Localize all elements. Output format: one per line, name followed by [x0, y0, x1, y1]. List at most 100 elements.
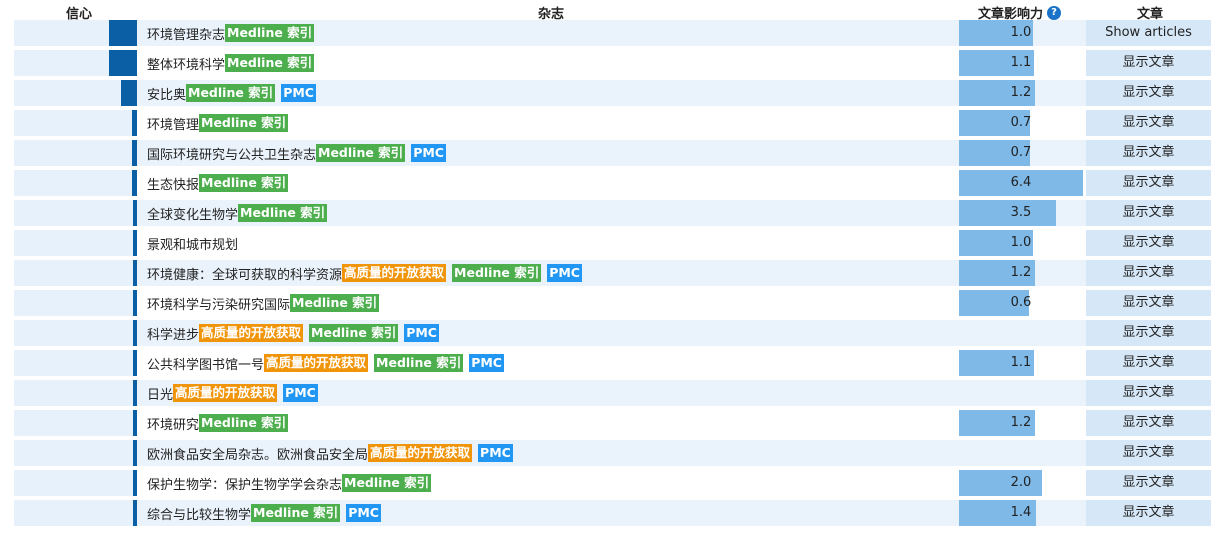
- medline-badge: Medline 索引: [199, 114, 289, 132]
- medline-badge: Medline 索引: [199, 414, 289, 432]
- table-row: 环境管理 Medline 索引 0.7 显示文章: [0, 108, 1219, 138]
- impact-value: 1.1: [1010, 55, 1032, 70]
- medline-badge: Medline 索引: [309, 324, 399, 342]
- journal-name[interactable]: 整体环境科学: [147, 54, 225, 73]
- show-articles-button[interactable]: 显示文章: [1086, 170, 1211, 196]
- show-articles-button[interactable]: 显示文章: [1086, 350, 1211, 376]
- journal-cell: 全球变化生物学 Medline 索引: [147, 200, 333, 226]
- journal-cell: 科学进步 高质量的开放获取 Medline 索引 PMC: [147, 320, 445, 346]
- confidence-cell: [14, 380, 137, 406]
- journal-name[interactable]: 环境管理: [147, 114, 199, 133]
- journal-name[interactable]: 全球变化生物学: [147, 204, 238, 223]
- confidence-cell: [14, 170, 137, 196]
- show-articles-button[interactable]: 显示文章: [1086, 230, 1211, 256]
- confidence-bar: [109, 20, 137, 46]
- confidence-cell: [14, 80, 137, 106]
- table-row: 保护生物学：保护生物学学会杂志 Medline 索引 2.0 显示文章: [0, 468, 1219, 498]
- impact-cell: 1.4: [959, 500, 1083, 526]
- pmc-badge: PMC: [478, 444, 513, 462]
- impact-value: 1.4: [1010, 505, 1032, 520]
- journal-name[interactable]: 环境研究: [147, 414, 199, 433]
- show-articles-button[interactable]: 显示文章: [1086, 200, 1211, 226]
- impact-cell: 1.0: [959, 230, 1083, 256]
- confidence-cell: [14, 410, 137, 436]
- pmc-badge: PMC: [283, 384, 318, 402]
- journal-cell: 公共科学图书馆一号 高质量的开放获取 Medline 索引 PMC: [147, 350, 510, 376]
- show-articles-button[interactable]: 显示文章: [1086, 110, 1211, 136]
- journal-cell: 环境科学与污染研究国际 Medline 索引: [147, 290, 385, 316]
- confidence-bar: [133, 230, 137, 256]
- impact-value: 1.1: [1010, 355, 1032, 370]
- confidence-bar: [133, 200, 137, 226]
- table-row: 国际环境研究与公共卫生杂志 Medline 索引 PMC 0.7 显示文章: [0, 138, 1219, 168]
- journal-name[interactable]: 公共科学图书馆一号: [147, 354, 264, 373]
- medline-badge: Medline 索引: [251, 504, 341, 522]
- pmc-badge: PMC: [346, 504, 381, 522]
- impact-cell: 2.0: [959, 470, 1083, 496]
- show-articles-button[interactable]: 显示文章: [1086, 440, 1211, 466]
- impact-value: 0.7: [1010, 115, 1032, 130]
- journal-name[interactable]: 日光: [147, 384, 173, 403]
- confidence-cell: [14, 200, 137, 226]
- confidence-cell: [14, 350, 137, 376]
- table-row: 安比奥 Medline 索引 PMC 1.2 显示文章: [0, 78, 1219, 108]
- confidence-bar: [132, 110, 137, 136]
- journal-cell: 景观和城市规划: [147, 230, 238, 256]
- impact-value: 1.2: [1010, 415, 1032, 430]
- impact-cell: 1.1: [959, 350, 1083, 376]
- journal-name[interactable]: 安比奥: [147, 84, 186, 103]
- show-articles-button[interactable]: 显示文章: [1086, 80, 1211, 106]
- show-articles-button[interactable]: Show articles: [1086, 20, 1211, 46]
- journal-name[interactable]: 景观和城市规划: [147, 234, 238, 253]
- oa-badge: 高质量的开放获取: [199, 324, 304, 342]
- pmc-badge: PMC: [404, 324, 439, 342]
- confidence-cell: [14, 110, 137, 136]
- journal-name[interactable]: 环境科学与污染研究国际: [147, 294, 290, 313]
- show-articles-button[interactable]: 显示文章: [1086, 50, 1211, 76]
- medline-badge: Medline 索引: [186, 84, 276, 102]
- confidence-bar: [133, 440, 137, 466]
- table-row: 环境管理杂志 Medline 索引 1.0 Show articles: [0, 18, 1219, 48]
- medline-badge: Medline 索引: [290, 294, 380, 312]
- impact-value: 2.0: [1010, 475, 1032, 490]
- show-articles-button[interactable]: 显示文章: [1086, 500, 1211, 526]
- show-articles-button[interactable]: 显示文章: [1086, 470, 1211, 496]
- impact-cell: 6.4: [959, 170, 1083, 196]
- table-row: 全球变化生物学 Medline 索引 3.5 显示文章: [0, 198, 1219, 228]
- medline-badge: Medline 索引: [199, 174, 289, 192]
- journal-name[interactable]: 生态快报: [147, 174, 199, 193]
- journal-name[interactable]: 环境健康：全球可获取的科学资源: [147, 264, 342, 283]
- medline-badge: Medline 索引: [342, 474, 432, 492]
- impact-cell: 1.0: [959, 20, 1083, 46]
- show-articles-button[interactable]: 显示文章: [1086, 260, 1211, 286]
- impact-cell: 0.7: [959, 110, 1083, 136]
- journal-name[interactable]: 保护生物学：保护生物学学会杂志: [147, 474, 342, 493]
- journal-name[interactable]: 国际环境研究与公共卫生杂志: [147, 144, 316, 163]
- confidence-cell: [14, 470, 137, 496]
- confidence-bar: [133, 470, 137, 496]
- impact-cell: 1.2: [959, 410, 1083, 436]
- confidence-bar: [133, 500, 137, 526]
- impact-cell: 1.2: [959, 260, 1083, 286]
- impact-cell: 3.5: [959, 200, 1083, 226]
- journal-name[interactable]: 科学进步: [147, 324, 199, 343]
- show-articles-button[interactable]: 显示文章: [1086, 140, 1211, 166]
- show-articles-button[interactable]: 显示文章: [1086, 290, 1211, 316]
- show-articles-button[interactable]: 显示文章: [1086, 320, 1211, 346]
- journal-name[interactable]: 欧洲食品安全局杂志。欧洲食品安全局: [147, 444, 368, 463]
- table-row: 环境健康：全球可获取的科学资源 高质量的开放获取 Medline 索引 PMC 1.2 显…: [0, 258, 1219, 288]
- medline-badge: Medline 索引: [225, 24, 315, 42]
- show-articles-button[interactable]: 显示文章: [1086, 380, 1211, 406]
- journal-cell: 日光 高质量的开放获取 PMC: [147, 380, 324, 406]
- impact-value: 1.0: [1010, 25, 1032, 40]
- oa-badge: 高质量的开放获取: [264, 354, 369, 372]
- journal-name[interactable]: 环境管理杂志: [147, 24, 225, 43]
- journal-table: 信心 杂志 文章影响力 ? 文章 环境管理杂志 Medline 索引 1.0 Show…: [0, 0, 1219, 526]
- journal-cell: 安比奥 Medline 索引 PMC: [147, 80, 322, 106]
- journal-cell: 国际环境研究与公共卫生杂志 Medline 索引 PMC: [147, 140, 452, 166]
- impact-value: 1.2: [1010, 265, 1032, 280]
- oa-badge: 高质量的开放获取: [342, 264, 447, 282]
- journal-name[interactable]: 综合与比较生物学: [147, 504, 251, 523]
- confidence-bar: [133, 260, 137, 286]
- show-articles-button[interactable]: 显示文章: [1086, 410, 1211, 436]
